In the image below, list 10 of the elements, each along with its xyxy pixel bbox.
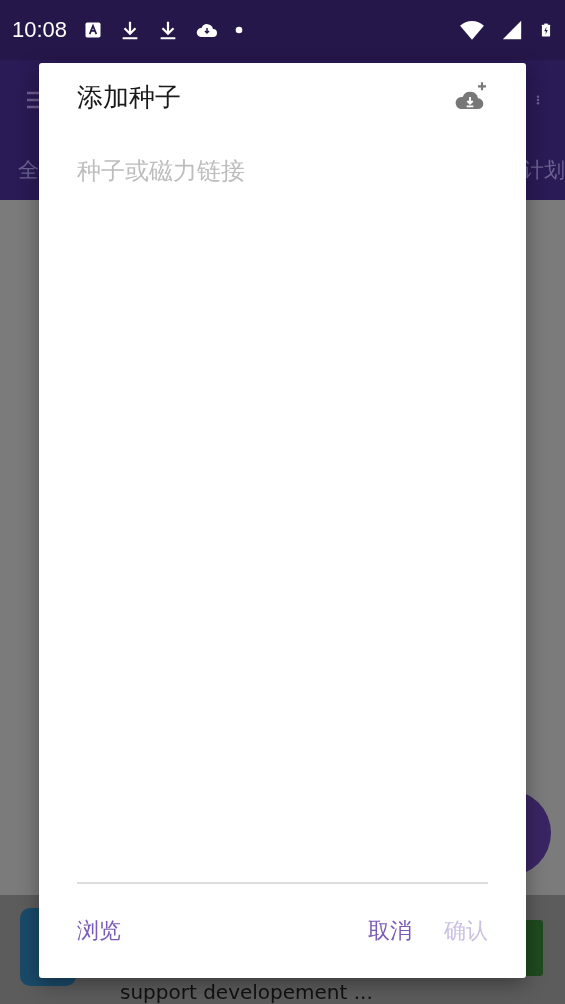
status-time: 10:08 bbox=[12, 17, 68, 43]
menu-icon bbox=[27, 90, 39, 110]
dialog-button[interactable]: 浏览 bbox=[61, 908, 137, 954]
signal-icon bbox=[501, 19, 523, 41]
dialog-button[interactable]: 取消 bbox=[352, 908, 428, 954]
tab[interactable]: 全 bbox=[18, 156, 39, 184]
font-a-icon bbox=[83, 20, 104, 40]
banner-text: support developement ... bbox=[120, 980, 373, 1004]
dialog-title: 添加种子 bbox=[77, 80, 181, 114]
dot-icon bbox=[235, 26, 244, 34]
